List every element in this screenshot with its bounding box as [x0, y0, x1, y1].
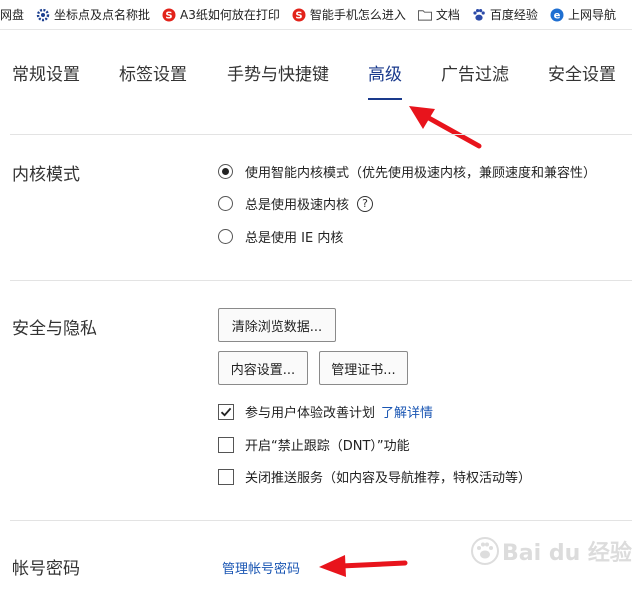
bookmark-item[interactable]: 文档 — [417, 6, 460, 23]
ux-program-option[interactable]: 参与用户体验改善计划 了解详情 — [218, 402, 433, 421]
tab-ad-filter[interactable]: 广告过滤 — [441, 60, 509, 85]
dnt-label: 开启“禁止跟踪（DNT）”功能 — [245, 439, 410, 454]
content-settings-button[interactable]: 内容设置... — [218, 351, 308, 385]
svg-text:S: S — [295, 10, 302, 21]
svg-text:e: e — [554, 10, 561, 21]
sogou-icon: S — [162, 8, 176, 22]
push-service-option[interactable]: 关闭推送服务（如内容及导航推荐，特权活动等） — [218, 467, 531, 486]
kernel-option-smart[interactable]: 使用智能内核模式（优先使用极速内核，兼顾速度和兼容性） — [218, 162, 596, 181]
manage-certificates-button[interactable]: 管理证书... — [319, 351, 408, 385]
watermark-text: Bai du 经验 — [502, 541, 632, 566]
kernel-option-label: 总是使用极速内核 — [245, 198, 350, 213]
bookmark-label: 网盘 — [0, 8, 25, 22]
bookmarks-bar: 网盘 坐标点及点名称批 S A3纸如何放在打印 S 智能手机怎么进入 文档 百度… — [0, 0, 632, 30]
bookmark-label: 智能手机怎么进入 — [309, 8, 406, 22]
clear-browsing-data-button[interactable]: 清除浏览数据... — [218, 308, 336, 342]
help-icon[interactable]: ? — [357, 195, 374, 212]
dnt-option[interactable]: 开启“禁止跟踪（DNT）”功能 — [218, 435, 410, 454]
tab-advanced[interactable]: 高级 — [368, 60, 402, 85]
kernel-option-ie[interactable]: 总是使用 IE 内核 — [218, 227, 343, 246]
bookmark-item[interactable]: 网盘 — [0, 6, 24, 23]
checkbox[interactable] — [218, 468, 234, 485]
kernel-option-speed[interactable]: 总是使用极速内核 ? — [218, 194, 374, 213]
checkbox-checked[interactable] — [218, 403, 234, 420]
tab-security[interactable]: 安全设置 — [548, 60, 616, 85]
kernel-option-label: 使用智能内核模式（优先使用极速内核，兼顾速度和兼容性） — [245, 166, 597, 181]
ux-program-label: 参与用户体验改善计划 — [245, 406, 376, 421]
tab-gestures-shortcuts[interactable]: 手势与快捷键 — [227, 60, 329, 85]
bookmark-label: A3纸如何放在打印 — [180, 8, 280, 22]
red-arrow-annotation — [319, 555, 408, 577]
push-service-label: 关闭推送服务（如内容及导航推荐，特权活动等） — [245, 471, 532, 486]
bookmark-item[interactable]: S A3纸如何放在打印 — [162, 6, 280, 23]
bookmark-item[interactable]: e 上网导航 — [550, 6, 616, 23]
bookmark-item[interactable]: 百度经验 — [472, 6, 538, 23]
checkmark-icon — [220, 407, 232, 417]
tab-general[interactable]: 常规设置 — [12, 60, 80, 85]
baidu-paw-icon — [472, 8, 486, 22]
section-divider — [10, 520, 632, 521]
sogou-icon: S — [292, 8, 306, 22]
manage-account-password-link[interactable]: 管理帐号密码 — [222, 558, 300, 577]
baidu-paw-icon — [471, 537, 499, 565]
bookmark-item[interactable]: 坐标点及点名称批 — [36, 6, 150, 23]
kernel-option-label: 总是使用 IE 内核 — [245, 231, 344, 246]
ie-icon: e — [550, 8, 564, 22]
gear-icon — [36, 8, 50, 22]
tab-tabs[interactable]: 标签设置 — [119, 60, 187, 85]
section-divider — [10, 134, 632, 135]
settings-tab-bar: 常规设置 标签设置 手势与快捷键 高级 广告过滤 安全设置 — [0, 60, 632, 100]
bookmark-label: 上网导航 — [567, 8, 616, 22]
radio-button-checked[interactable] — [218, 164, 233, 179]
kernel-mode-title: 内核模式 — [12, 165, 80, 185]
account-password-title: 帐号密码 — [12, 559, 80, 579]
section-divider — [10, 280, 632, 281]
bookmark-label: 坐标点及点名称批 — [54, 8, 151, 22]
security-privacy-title: 安全与隐私 — [12, 319, 97, 339]
radio-button[interactable] — [218, 229, 233, 244]
bookmark-item[interactable]: S 智能手机怎么进入 — [292, 6, 406, 23]
checkbox[interactable] — [218, 436, 234, 453]
bookmark-label: 文档 — [435, 8, 460, 22]
bookmark-label: 百度经验 — [489, 8, 538, 22]
learn-more-link[interactable]: 了解详情 — [381, 402, 433, 421]
baidu-watermark: Bai du 经验 — [470, 535, 632, 567]
svg-text:S: S — [165, 10, 172, 21]
red-arrow-annotation — [409, 106, 482, 149]
folder-icon — [417, 8, 432, 22]
active-tab-indicator — [368, 98, 402, 100]
radio-button[interactable] — [218, 196, 233, 211]
